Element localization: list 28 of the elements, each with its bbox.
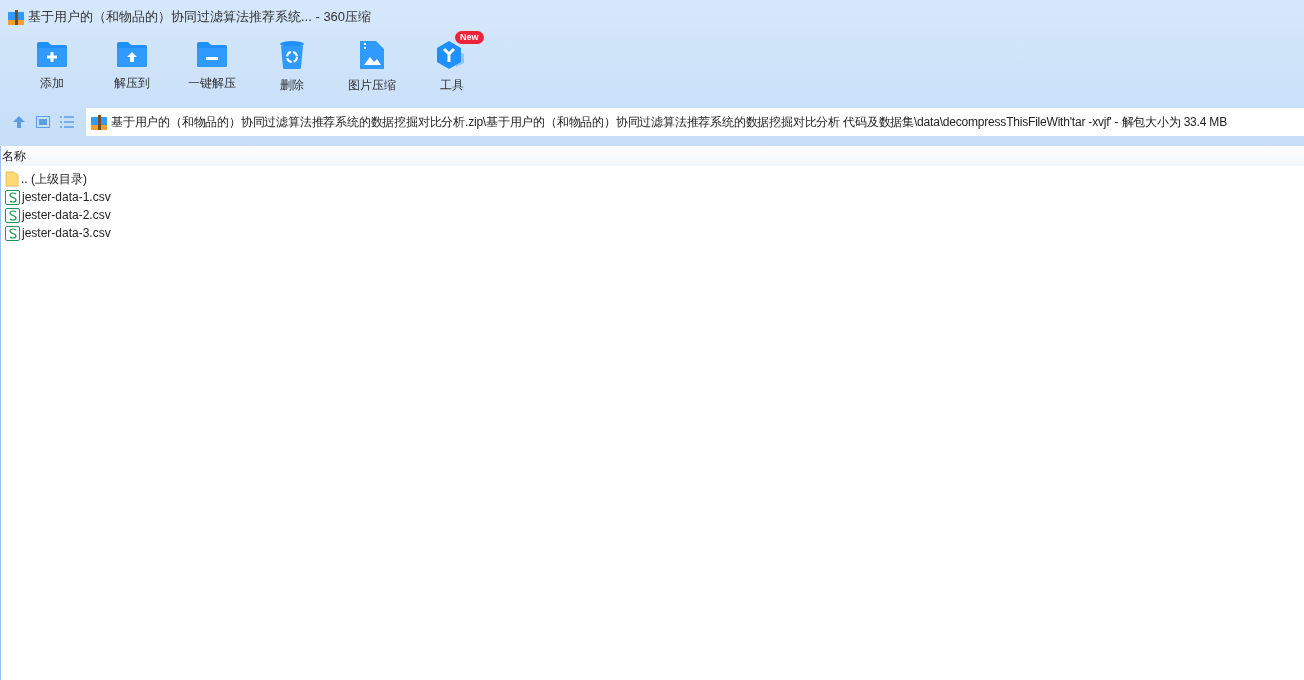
archive-icon <box>8 9 24 25</box>
toolbar-button[interactable]: 解压到 <box>92 34 172 104</box>
spreadsheet-s-icon <box>5 207 20 223</box>
list-view-icon[interactable] <box>60 116 74 128</box>
archive-icon <box>91 114 107 130</box>
folder-icon <box>5 171 19 187</box>
file-name[interactable]: jester-data-2.csv <box>22 206 111 224</box>
spreadsheet-s-icon <box>5 225 20 241</box>
thumbnail-view-icon[interactable] <box>36 116 50 128</box>
path-bar[interactable]: 基于用户的（和物品的）协同过滤算法推荐系统的数据挖掘对比分析.zip\基于用户的（和物品的）协同过滤算法推荐系统的数据挖掘对比分析 代码及数据集\data\decompressThisFileWith'tar -xvjf' - 解包大小为 33.4 MB <box>86 108 1304 136</box>
toolbar-button[interactable]: 删除 <box>252 34 332 104</box>
new-badge: New <box>455 31 484 44</box>
file-name[interactable]: jester-data-3.csv <box>22 224 111 242</box>
folder-icon <box>196 40 228 68</box>
toolbar-button[interactable]: 添加 <box>12 34 92 104</box>
column-header[interactable]: 名称 <box>1 147 26 165</box>
spreadsheet-s-icon <box>5 189 20 205</box>
image-file-icon <box>359 40 385 70</box>
folder-icon <box>116 40 148 68</box>
toolbar-button[interactable]: 一键解压 <box>172 34 252 104</box>
path-text: 基于用户的（和物品的）协同过滤算法推荐系统的数据挖掘对比分析.zip\基于用户的（和物品的）协同过滤算法推荐系统的数据挖掘对比分析 代码及数据集\data\decompressThisFileWith'tar -xvjf' - 解包大小为 33.4 MB <box>111 114 1227 131</box>
up-arrow-icon[interactable] <box>12 115 26 129</box>
toolbar-button[interactable]: 图片压缩 <box>332 34 412 104</box>
file-name[interactable]: jester-data-1.csv <box>22 188 111 206</box>
folder-icon <box>36 40 68 68</box>
window-title: 基于用户的（和物品的）协同过滤算法推荐系统... - 360压缩 <box>28 8 372 27</box>
file-name[interactable]: .. (上级目录) <box>21 170 87 188</box>
trash-icon <box>279 40 305 70</box>
